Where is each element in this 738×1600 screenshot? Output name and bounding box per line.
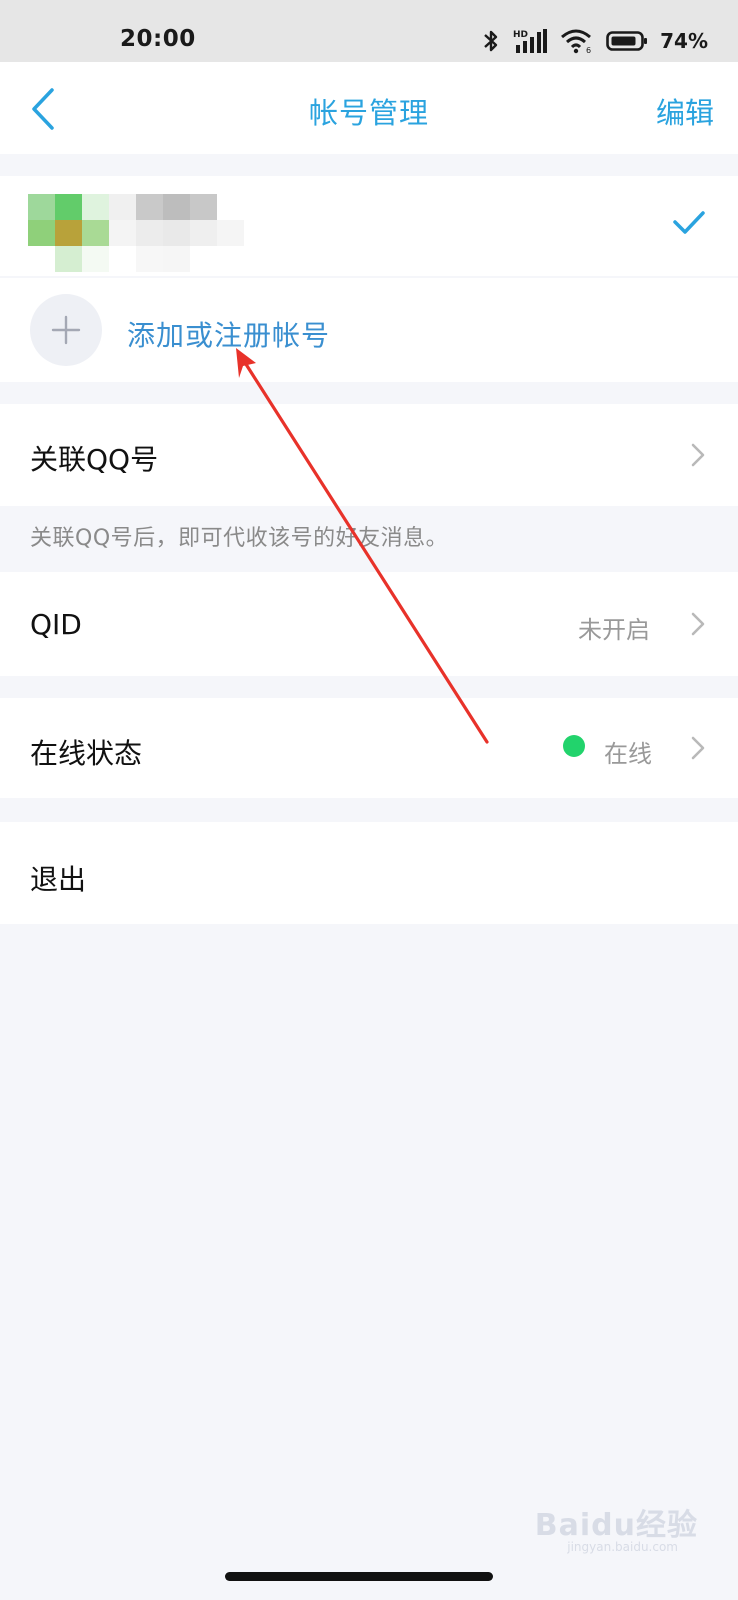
nav-bar: 帐号管理 编辑 <box>0 62 738 154</box>
svg-text:6: 6 <box>586 46 591 54</box>
qid-status-value: 未开启 <box>578 616 650 644</box>
watermark-url: jingyan.baidu.com <box>567 1540 678 1554</box>
home-indicator[interactable] <box>225 1572 493 1581</box>
status-icons: HD 6 74% <box>482 26 708 56</box>
online-status-label: 在线状态 <box>30 737 143 770</box>
bluetooth-icon <box>484 30 498 52</box>
online-status-value: 在线 <box>604 740 652 768</box>
online-status-row[interactable]: 在线状态 在线 <box>0 698 738 798</box>
edit-button[interactable]: 编辑 <box>656 90 714 132</box>
check-icon <box>673 211 705 234</box>
status-time: 20:00 <box>120 26 196 52</box>
plus-icon <box>51 315 81 345</box>
watermark-logo: Baidu经验 <box>534 1508 698 1543</box>
status-bar: 20:00 HD 6 74% <box>0 0 738 62</box>
battery-icon <box>606 31 648 51</box>
add-account-label[interactable]: 添加或注册帐号 <box>127 314 330 354</box>
blurred-account-info <box>28 194 244 272</box>
battery-percent: 74% <box>660 29 708 53</box>
chevron-right-icon <box>691 443 705 467</box>
current-account-row[interactable] <box>0 176 738 276</box>
wifi-icon: 6 <box>561 29 591 54</box>
link-qq-row[interactable]: 关联QQ号 <box>0 404 738 506</box>
add-account-circle[interactable] <box>30 294 102 366</box>
qid-row[interactable]: QID 未开启 <box>0 572 738 676</box>
link-qq-label: 关联QQ号 <box>30 443 159 476</box>
page-title: 帐号管理 <box>308 96 429 130</box>
add-account-row[interactable]: 添加或注册帐号 <box>0 278 738 382</box>
qid-label: QID <box>30 608 82 641</box>
chevron-right-icon <box>691 612 705 636</box>
link-qq-hint: 关联QQ号后，即可代收该号的好友消息。 <box>30 526 449 551</box>
svg-text:HD: HD <box>513 30 528 40</box>
online-status-dot <box>563 735 585 757</box>
chevron-right-icon <box>691 736 705 760</box>
signal-icon: HD <box>513 29 548 53</box>
logout-row[interactable]: 退出 <box>0 822 738 924</box>
logout-label: 退出 <box>30 863 87 896</box>
